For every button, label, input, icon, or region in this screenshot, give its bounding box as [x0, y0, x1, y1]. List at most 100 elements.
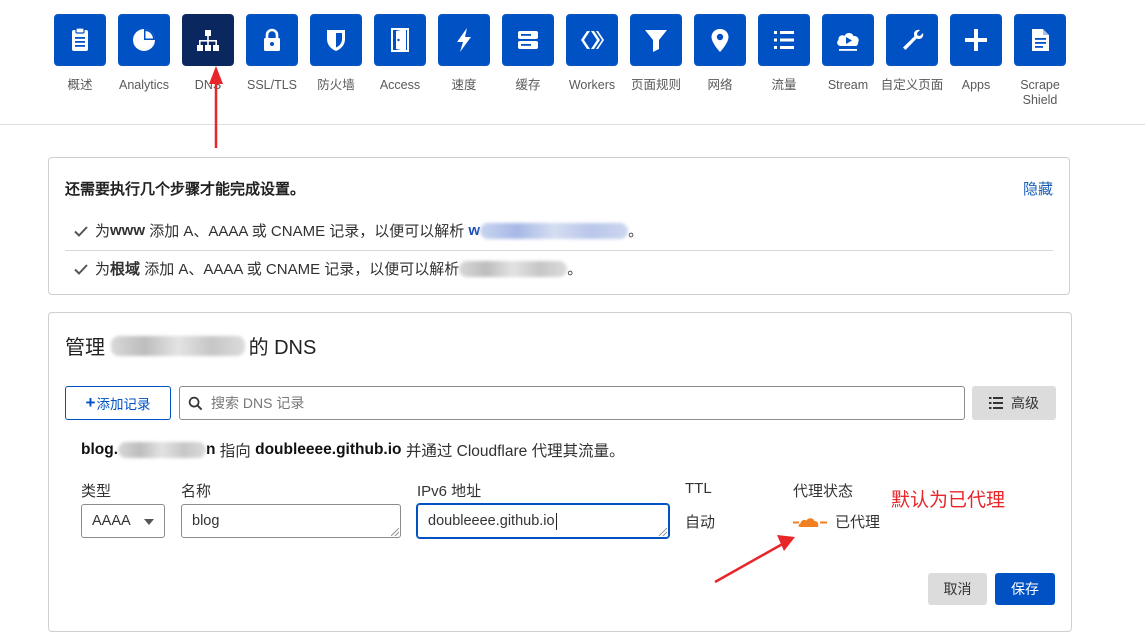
nav-item-apps[interactable]: Apps — [944, 14, 1008, 93]
ttl-label: TTL — [685, 480, 712, 497]
nav-item-traffic[interactable]: 流量 — [752, 14, 816, 93]
annotation-text: 默认为已代理 — [891, 490, 1006, 511]
proxy-status-toggle[interactable]: 已代理 — [793, 511, 880, 532]
list-icon — [989, 397, 1003, 409]
name-input-value: blog — [192, 513, 220, 529]
setup-title: 还需要执行几个步骤才能完成设置。 — [65, 181, 306, 198]
setup-steps-card: 还需要执行几个步骤才能完成设置。 隐藏 为 www 添加 A、AAAA 或 CN… — [48, 157, 1070, 295]
nav-label: Scrape Shield — [1020, 78, 1060, 107]
record-target: doubleeee.github.io — [255, 441, 402, 458]
cancel-button[interactable]: 取消 — [928, 573, 987, 605]
dns-title-prefix: 管理 — [65, 337, 111, 359]
nav-item-cache[interactable]: 缓存 — [496, 14, 560, 93]
record-name-start: blog. — [81, 441, 119, 458]
redacted-record-domain — [118, 442, 207, 458]
step-text: 添加 A、AAAA 或 CNAME 记录，以便可以解析 — [140, 261, 460, 278]
proxy-status-label: 代理状态 — [793, 483, 854, 500]
nav-item-firewall[interactable]: 防火墙 — [304, 14, 368, 93]
workers-icon — [566, 14, 618, 66]
step-end: 。 — [628, 223, 644, 240]
nav-item-network[interactable]: 网络 — [688, 14, 752, 93]
nav-label: 速度 — [451, 78, 477, 92]
resize-handle[interactable] — [391, 528, 399, 536]
nav-label: 概述 — [67, 78, 93, 92]
nav-label: Stream — [827, 78, 869, 92]
list-icon — [758, 14, 810, 66]
add-record-button[interactable]: + 添加记录 — [65, 386, 171, 420]
dns-search-input[interactable] — [209, 394, 953, 412]
ipv6-input-value: doubleeee.github.io — [428, 513, 555, 529]
nav-item-ssl-tls[interactable]: SSL/TLS — [240, 14, 304, 93]
search-icon — [188, 396, 203, 410]
ttl-value: 自动 — [685, 514, 716, 531]
nav-item-speed[interactable]: 速度 — [432, 14, 496, 93]
step-prefix: 为 — [95, 223, 111, 240]
nav-label: Apps — [961, 78, 991, 92]
step-prefix: 为 — [95, 261, 111, 278]
step-emphasis: 根域 — [110, 261, 141, 278]
resize-handle[interactable] — [659, 528, 667, 536]
name-label: 名称 — [181, 483, 212, 500]
advanced-button[interactable]: 高级 — [972, 386, 1056, 420]
dns-title-suffix: 的 DNS — [248, 337, 317, 359]
nav-item-page-rules[interactable]: 页面规则 — [624, 14, 688, 93]
shield-icon — [310, 14, 362, 66]
setup-step-www: 为 www 添加 A、AAAA 或 CNAME 记录，以便可以解析 w 。 — [73, 220, 643, 241]
pie-chart-icon — [118, 14, 170, 66]
record-proxied-text: 并通过 Cloudflare 代理其流量。 — [401, 443, 625, 460]
nav-item-overview[interactable]: 概述 — [48, 14, 112, 93]
nav-label: 页面规则 — [630, 78, 681, 92]
name-input[interactable]: blog — [181, 504, 401, 538]
nav-label: SSL/TLS — [246, 78, 298, 92]
nav-item-analytics[interactable]: Analytics — [112, 14, 176, 93]
ipv6-label: IPv6 地址 — [417, 483, 482, 500]
nav-item-workers[interactable]: Workers — [560, 14, 624, 93]
nav-item-scrape-shield[interactable]: Scrape Shield — [1008, 14, 1072, 108]
plus-icon: + — [85, 393, 96, 412]
record-type-select[interactable]: AAAA — [81, 504, 165, 538]
advanced-label: 高级 — [1011, 395, 1039, 411]
step-text: 添加 A、AAAA 或 CNAME 记录，以便可以解析 — [145, 223, 469, 240]
nav-item-custom-pages[interactable]: 自定义页面 — [880, 14, 944, 93]
save-button[interactable]: 保存 — [995, 573, 1055, 605]
chevron-down-icon — [144, 519, 154, 525]
redacted-hostname — [480, 222, 629, 239]
proxy-status-value: 已代理 — [835, 514, 881, 531]
clipboard-icon — [54, 14, 106, 66]
lightning-icon — [438, 14, 490, 66]
record-type-value: AAAA — [92, 513, 131, 529]
nav-item-stream[interactable]: Stream — [816, 14, 880, 93]
nav-item-dns[interactable]: DNS — [176, 14, 240, 93]
step-divider — [65, 250, 1053, 251]
cloud-icon — [793, 517, 827, 527]
www-hostname-link[interactable]: w — [468, 222, 480, 239]
location-pin-icon — [694, 14, 746, 66]
record-points-to: 指向 — [215, 443, 256, 460]
hide-link[interactable]: 隐藏 — [1023, 178, 1053, 199]
setup-step-root: 为 根域 添加 A、AAAA 或 CNAME 记录，以便可以解析 。 — [73, 258, 582, 279]
redacted-domain — [459, 260, 568, 277]
server-icon — [502, 14, 554, 66]
ipv6-address-input[interactable]: doubleeee.github.io — [417, 504, 669, 538]
nav-label: 流量 — [771, 78, 797, 92]
dns-search-box — [179, 386, 965, 420]
lock-icon — [246, 14, 298, 66]
network-icon — [182, 14, 234, 66]
top-nav: 概述 Analytics DNS SSL/TLS 防火墙 Access 速度 缓… — [48, 14, 1128, 114]
nav-label: 缓存 — [515, 78, 541, 92]
text-cursor — [555, 512, 557, 530]
nav-label: DNS — [194, 78, 222, 92]
check-icon — [74, 263, 88, 275]
nav-label: 防火墙 — [317, 78, 355, 92]
wrench-icon — [886, 14, 938, 66]
dns-management-card: 管理 的 DNS + 添加记录 高级 blog. n 指向 doubleeee.… — [48, 312, 1072, 632]
nav-label: 网络 — [707, 78, 733, 92]
step-emphasis: www — [110, 222, 146, 239]
nav-label: Access — [379, 78, 421, 92]
nav-label: 自定义页面 — [880, 78, 944, 92]
add-record-label: 添加记录 — [96, 397, 151, 412]
nav-item-access[interactable]: Access — [368, 14, 432, 93]
record-description: blog. n 指向 doubleeee.github.io 并通过 Cloud… — [81, 439, 625, 461]
dns-title: 管理 的 DNS — [65, 331, 316, 360]
record-name-end: n — [206, 441, 216, 458]
